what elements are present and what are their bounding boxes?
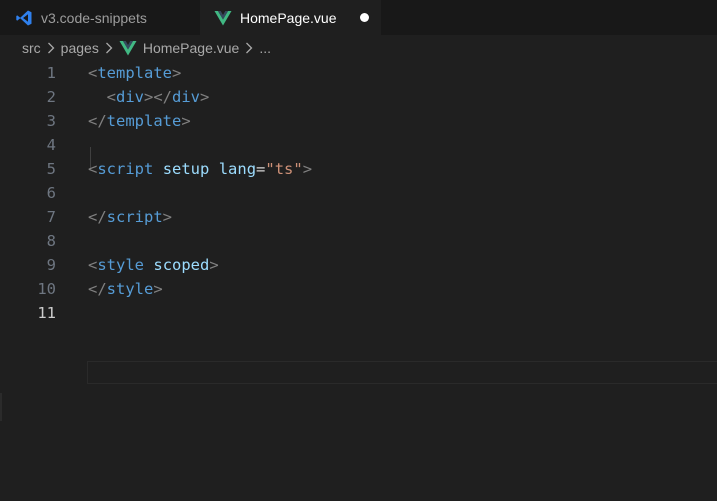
breadcrumb-item-more[interactable]: ... — [259, 40, 271, 56]
code-token: template — [97, 64, 172, 82]
line-number: 3 — [46, 112, 56, 130]
code-token: = — [256, 160, 266, 178]
code-token: lang — [218, 160, 257, 178]
code-token: < — [88, 256, 98, 274]
code-text: </style> — [88, 277, 163, 301]
code-line[interactable]: 1 <template> — [0, 61, 717, 85]
chevron-right-icon — [102, 42, 116, 54]
code-line[interactable]: 4 — [0, 133, 717, 157]
code-text: </template> — [88, 109, 191, 133]
line-number: 7 — [46, 208, 56, 226]
breadcrumb: src pages HomePage.vue ... — [0, 35, 717, 61]
tab-v3-code-snippets[interactable]: v3.code-snippets — [0, 0, 200, 35]
line-number: 8 — [46, 232, 56, 250]
breadcrumb-item-label: HomePage.vue — [142, 40, 240, 56]
chevron-right-icon — [242, 42, 256, 54]
vscode-icon — [15, 9, 33, 27]
code-text: </script> — [88, 205, 172, 229]
current-line-highlight — [87, 361, 717, 384]
unsaved-changes-dot-icon[interactable] — [360, 13, 369, 22]
line-number: 10 — [37, 280, 56, 298]
code-token: < — [88, 160, 98, 178]
code-token: div — [116, 88, 145, 106]
breadcrumb-item-homepage[interactable]: HomePage.vue — [119, 40, 240, 56]
code-line[interactable]: 2 <div></div> — [0, 85, 717, 109]
code-token: div — [172, 88, 201, 106]
code-token: style — [106, 280, 154, 298]
code-token: script — [106, 208, 163, 226]
code-token: scoped — [153, 256, 210, 274]
tab-bar: v3.code-snippets HomePage.vue — [0, 0, 717, 35]
code-token: < — [106, 88, 117, 106]
code-token: > — [181, 112, 191, 130]
vue-icon — [214, 9, 232, 27]
code-text: <style scoped> — [88, 253, 219, 277]
line-number: 11 — [37, 304, 56, 322]
code-line[interactable]: 11 — [0, 301, 717, 325]
code-text: <template> — [88, 61, 181, 85]
code-line[interactable]: 7 </script> — [0, 205, 717, 229]
tab-label: HomePage.vue — [240, 9, 337, 26]
code-editor[interactable]: 1 <template> 2 <div></div> 3 </template> 4 5 <s… — [0, 61, 717, 501]
line-number: 9 — [46, 256, 56, 274]
code-token: > — [200, 88, 210, 106]
tab-homepage-vue[interactable]: HomePage.vue — [200, 0, 381, 35]
code-token: "ts" — [265, 160, 303, 178]
code-token: </ — [88, 112, 107, 130]
code-token: > — [209, 256, 219, 274]
code-line[interactable]: 10 </style> — [0, 277, 717, 301]
code-text: <script setup lang="ts"> — [88, 157, 312, 181]
code-token: template — [106, 112, 182, 130]
chevron-right-icon — [44, 42, 58, 54]
line-number: 6 — [46, 184, 56, 202]
code-token: > — [162, 208, 173, 226]
code-token: ></ — [144, 88, 173, 106]
line-number: 5 — [46, 160, 56, 178]
tab-label: v3.code-snippets — [41, 9, 147, 26]
code-line[interactable]: 8 — [0, 229, 717, 253]
line-number: 2 — [46, 88, 56, 106]
tab-bar-empty-area — [381, 0, 717, 35]
code-token: > — [153, 280, 163, 298]
line-number: 1 — [46, 64, 56, 82]
code-token: > — [172, 64, 182, 82]
code-line[interactable]: 9 <style scoped> — [0, 253, 717, 277]
code-token: style — [97, 256, 145, 274]
code-text: <div></div> — [88, 85, 210, 109]
editor-left-marker — [0, 393, 2, 421]
code-line[interactable]: 5 <script setup lang="ts"> — [0, 157, 717, 181]
code-token: < — [88, 64, 98, 82]
code-token: script — [97, 160, 154, 178]
code-token: > — [302, 160, 313, 178]
line-number: 4 — [46, 136, 56, 154]
code-line[interactable]: 6 — [0, 181, 717, 205]
code-token: </ — [88, 208, 107, 226]
vue-icon — [119, 40, 137, 56]
breadcrumb-item-pages[interactable]: pages — [61, 40, 99, 56]
code-token: </ — [88, 280, 107, 298]
code-line[interactable]: 3 </template> — [0, 109, 717, 133]
code-token: setup — [162, 160, 210, 178]
breadcrumb-item-src[interactable]: src — [22, 40, 41, 56]
